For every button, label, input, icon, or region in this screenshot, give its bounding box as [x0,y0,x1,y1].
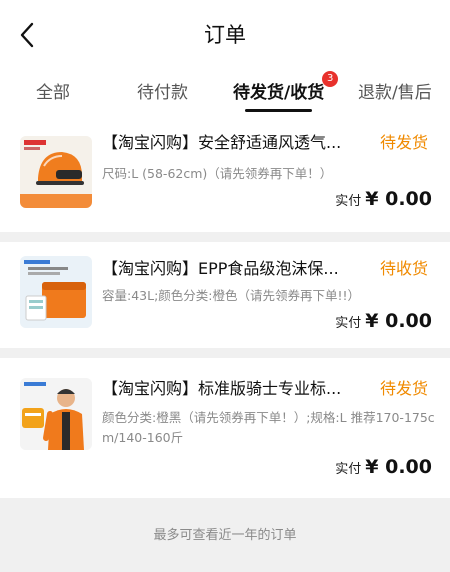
tab-label: 待发货/收货 [233,83,325,103]
tab-all[interactable]: 全部 [36,78,70,114]
page-title: 订单 [204,23,246,47]
paid-amount: ¥ 0.00 [365,188,432,210]
tab-pending-payment[interactable]: 待付款 [137,78,188,114]
order-card[interactable]: 【淘宝闪购】EPP食品级泡沫保... 待收货 容量:43L;颜色分类:橙色（请先… [0,242,450,348]
payment-amount: 实付 ¥ 0.00 [335,310,432,332]
active-tab-indicator [245,109,313,112]
order-status: 待收货 [380,259,429,278]
paid-label: 实付 [335,315,362,331]
item-title: 【淘宝闪购】安全舒适通风透气... [102,133,342,152]
order-card[interactable]: 【淘宝闪购】标准版骑士专业标... 待发货 颜色分类:橙黑（请先领券再下单！）;… [0,358,450,498]
top-bar: 订单 全部 待付款 待发货/收货 3 退款/售后 [0,0,450,122]
paid-amount: ¥ 0.00 [365,310,432,332]
item-spec: 尺码:L (58-62cm)（请先领券再下单！） [102,166,333,181]
count-badge: 3 [322,71,339,87]
payment-amount: 实付 ¥ 0.00 [335,456,432,478]
order-tabs: 全部 待付款 待发货/收货 3 退款/售后 [0,71,450,114]
tab-refund-aftersale[interactable]: 退款/售后 [358,78,432,114]
rider-uniform-thumbnail [20,378,92,450]
payment-amount: 实付 ¥ 0.00 [335,188,432,210]
delivery-box-thumbnail [20,256,92,328]
item-title: 【淘宝闪购】EPP食品级泡沫保... [102,259,339,278]
item-title: 【淘宝闪购】标准版骑士专业标... [102,379,342,398]
order-status: 待发货 [380,133,429,152]
helmet-icon [20,136,92,208]
delivery-box-icon [20,256,92,328]
item-spec: 颜色分类:橙黑（请先领券再下单！）;规格:L 推荐170-175cm/140-1… [102,410,435,445]
item-spec: 容量:43L;颜色分类:橙色（请先领券再下单!!） [102,288,361,303]
tab-label: 全部 [36,83,70,103]
tab-pending-shipment-receipt[interactable]: 待发货/收货 3 [233,71,339,114]
paid-label: 实付 [335,461,362,477]
tab-label: 待付款 [137,83,188,103]
rider-uniform-icon [20,378,92,450]
order-status: 待发货 [380,379,429,398]
paid-amount: ¥ 0.00 [365,456,432,478]
helmet-thumbnail [20,136,92,208]
order-card[interactable]: 【淘宝闪购】安全舒适通风透气... 待发货 尺码:L (58-62cm)（请先领… [0,122,450,232]
tab-label: 退款/售后 [358,83,432,103]
footer-note: 最多可查看近一年的订单 [153,528,297,543]
paid-label: 实付 [335,193,362,209]
